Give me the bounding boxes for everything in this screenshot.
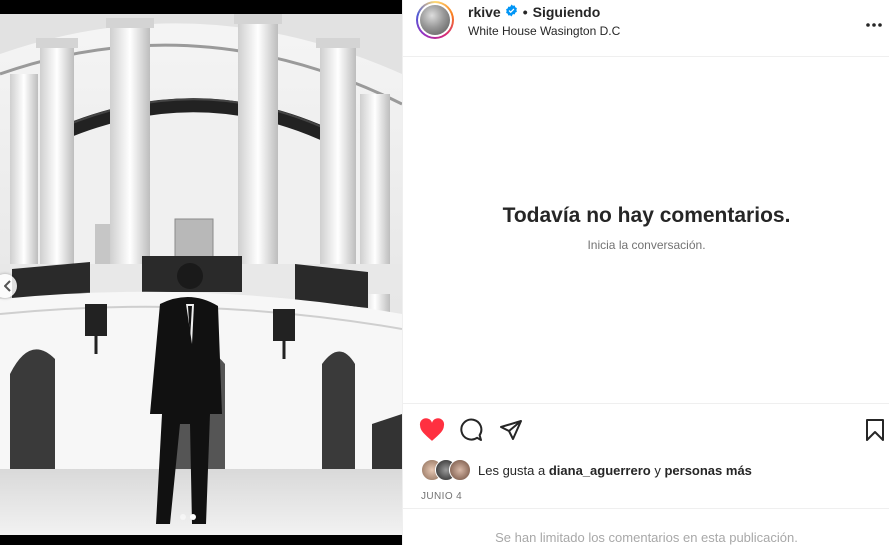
likes-summary: Les gusta a diana_aguerrero y personas m… bbox=[421, 459, 752, 481]
save-bookmark-icon[interactable] bbox=[865, 418, 885, 447]
like-heart-icon[interactable] bbox=[419, 418, 445, 447]
comments-limited-notice: Se han limitado los comentarios en esta … bbox=[495, 530, 798, 545]
more-options-icon[interactable] bbox=[865, 12, 883, 33]
liker-avatars[interactable] bbox=[421, 459, 473, 481]
username-link[interactable]: rkive bbox=[468, 4, 501, 20]
avatar bbox=[449, 459, 471, 481]
following-button[interactable]: Siguiendo bbox=[533, 4, 601, 20]
post-side-panel: rkive • Siguiendo White House Wasington … bbox=[402, 0, 889, 545]
post-date[interactable]: JUNIO 4 bbox=[421, 491, 462, 502]
post-photo bbox=[0, 14, 402, 535]
verified-badge-icon bbox=[505, 4, 518, 20]
carousel-dots bbox=[180, 514, 196, 520]
avatar[interactable] bbox=[416, 1, 454, 39]
media-bottom-bar bbox=[0, 535, 402, 545]
liker-username-link[interactable]: diana_aguerrero bbox=[549, 463, 651, 478]
empty-comments-subtitle: Inicia la conversación. bbox=[587, 238, 706, 252]
location-link[interactable]: White House Wasington D.C bbox=[468, 24, 620, 38]
empty-comments-title: Todavía no hay comentarios. bbox=[502, 204, 791, 227]
user-line: rkive • Siguiendo bbox=[468, 4, 600, 20]
likes-conjunction: y bbox=[654, 462, 661, 478]
likes-text: Les gusta a diana_aguerrero y personas m… bbox=[478, 463, 752, 478]
likes-prefix: Les gusta a bbox=[478, 462, 546, 478]
separator-dot: • bbox=[522, 4, 528, 20]
carousel-dot-active bbox=[190, 514, 196, 520]
likes-others-link[interactable]: personas más bbox=[664, 463, 751, 478]
chevron-left-icon bbox=[4, 280, 11, 292]
comments-footer: Se han limitado los comentarios en esta … bbox=[403, 508, 889, 546]
actions-divider bbox=[403, 403, 889, 404]
carousel-dot bbox=[180, 514, 186, 520]
post-header: rkive • Siguiendo White House Wasington … bbox=[403, 0, 889, 57]
media-top-bar bbox=[0, 0, 402, 14]
comment-icon[interactable] bbox=[459, 418, 483, 447]
share-send-icon[interactable] bbox=[499, 418, 523, 447]
